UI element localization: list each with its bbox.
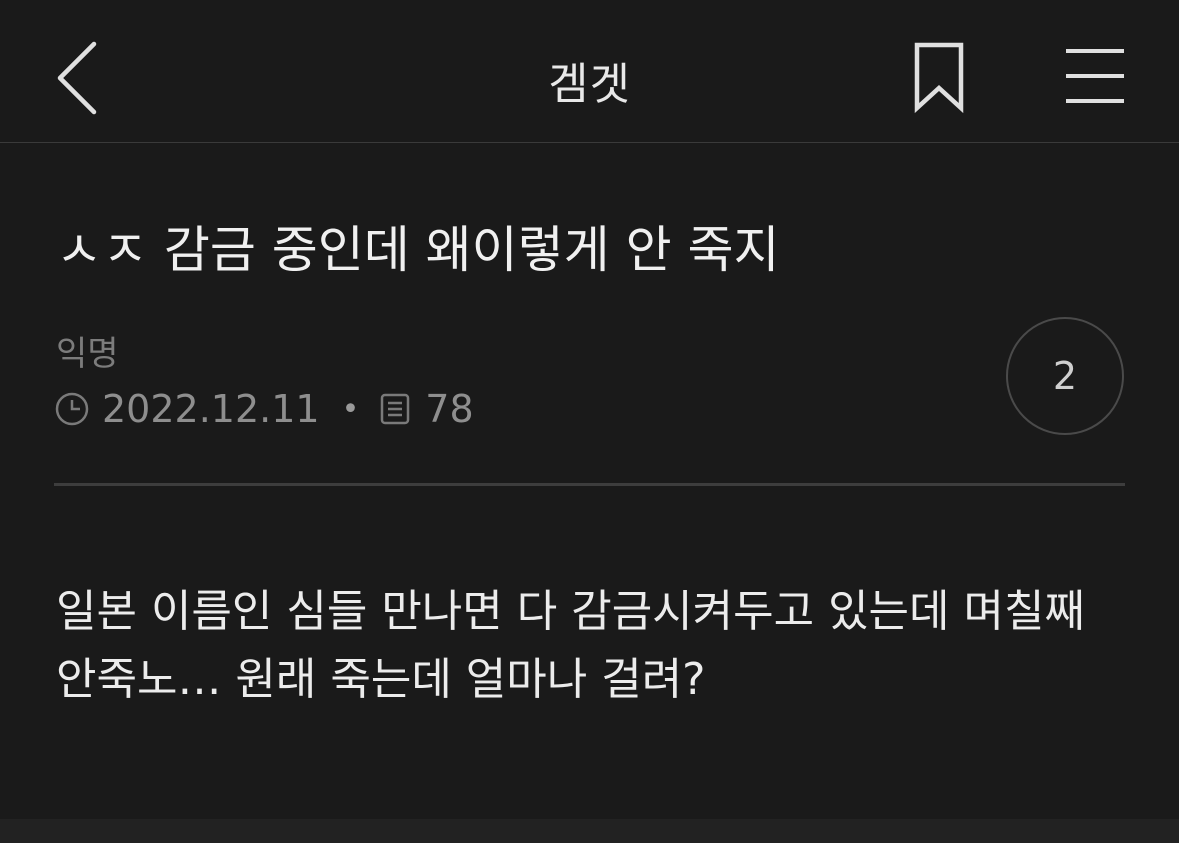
app-screen: 겜겟 ㅅㅈ 감금 중인데 왜이렇게 안 죽지 익명 2022.12.11 • 7… [0, 0, 1179, 843]
author-name: 익명 [56, 334, 119, 374]
comment-count: 2 [1052, 354, 1078, 398]
document-views-icon [381, 393, 410, 425]
top-navigation-bar: 겜겟 [0, 0, 1179, 143]
clock-icon [55, 392, 89, 426]
menu-button[interactable] [1062, 46, 1128, 108]
post-body: 일본 이름인 심들 만나면 다 감금시켜두고 있는데 며칠째 안죽노… 원래 죽… [56, 578, 1146, 714]
meta-separator: • [341, 391, 360, 427]
post-title: ㅅㅈ 감금 중인데 왜이렇게 안 죽지 [56, 221, 780, 279]
board-title: 겜겟 [548, 59, 631, 110]
bookmark-button[interactable] [908, 40, 970, 114]
post-meta: 2022.12.11 • 78 [54, 386, 474, 432]
post-body-line: 안죽노… 원래 죽는데 얼마나 걸려? [56, 654, 706, 705]
post-body-line: 일본 이름인 심들 만나면 다 감금시켜두고 있는데 며칠째 [56, 586, 1085, 637]
view-count: 78 [425, 387, 474, 431]
post-date: 2022.12.11 [102, 387, 320, 431]
hamburger-menu-icon [1066, 49, 1124, 103]
bookmark-icon [914, 42, 964, 114]
bottom-section-strip [0, 819, 1179, 843]
comment-count-button[interactable]: 2 [1006, 317, 1124, 435]
header-divider [54, 483, 1125, 486]
